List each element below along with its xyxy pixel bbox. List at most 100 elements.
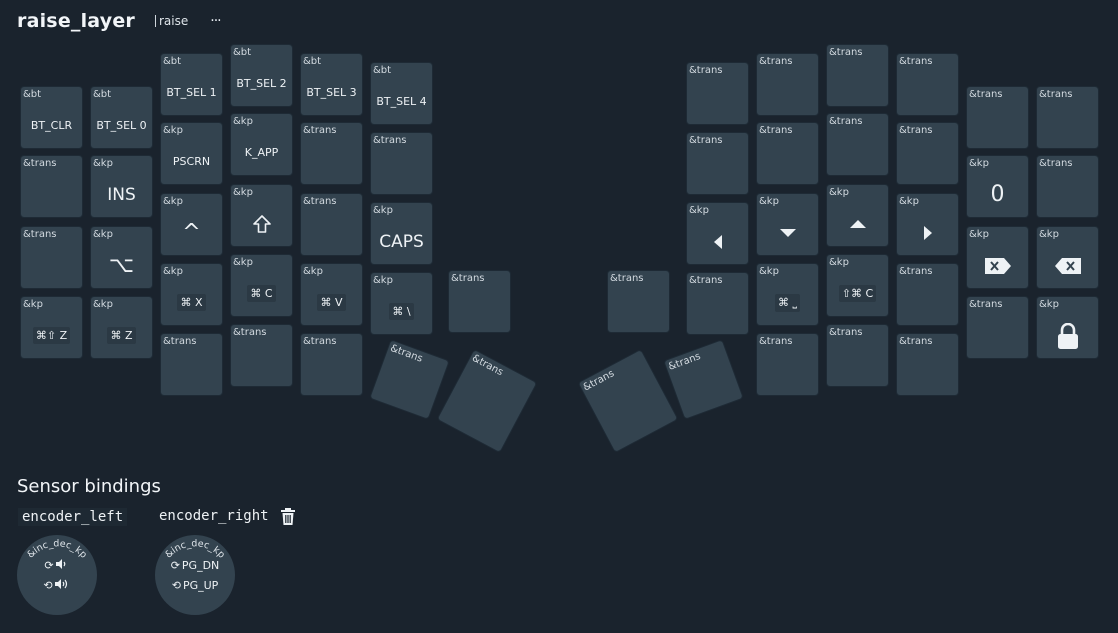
encoder-right-knob[interactable]: &inc_dec_kp ⟳ PG_DN ⟲ PG_UP	[155, 535, 235, 615]
key[interactable]: &kp	[1036, 226, 1099, 289]
key-behavior: &bt	[163, 56, 182, 67]
key[interactable]: &trans	[966, 296, 1029, 359]
key[interactable]: &trans	[686, 272, 749, 335]
key[interactable]: &kp	[230, 184, 293, 247]
sensor-bindings-title: Sensor bindings	[17, 476, 161, 497]
key-behavior: &trans	[23, 229, 57, 240]
key-behavior: &kp	[689, 205, 709, 216]
key[interactable]: &trans	[1036, 86, 1099, 149]
key-behavior: &kp	[373, 275, 393, 286]
key[interactable]: &trans	[607, 270, 670, 333]
shift-icon	[231, 205, 292, 242]
key[interactable]: &bt BT_SEL 3	[300, 53, 363, 116]
key[interactable]: &trans	[826, 113, 889, 176]
key[interactable]: &kp ⌘ Z	[90, 296, 153, 359]
key[interactable]: &kp ^	[160, 193, 223, 256]
key[interactable]: &trans	[663, 339, 744, 420]
encoder-left-knob[interactable]: &inc_dec_kp ⟳ ⟲	[17, 535, 97, 615]
key[interactable]: &trans	[300, 333, 363, 396]
key[interactable]: &trans	[230, 324, 293, 387]
key[interactable]: &kp INS	[90, 155, 153, 218]
encoder-left-cw: ⟳	[17, 559, 97, 572]
key[interactable]: &trans	[826, 44, 889, 107]
key[interactable]: &trans	[966, 86, 1029, 149]
key[interactable]: &bt BT_SEL 1	[160, 53, 223, 116]
key-label: BT_SEL 3	[306, 86, 357, 99]
key-label: K_APP	[244, 146, 279, 159]
key-behavior: &bt	[303, 56, 322, 67]
key[interactable]: &kp ⌘ V	[300, 263, 363, 326]
key[interactable]: &kp	[966, 226, 1029, 289]
key[interactable]: &trans	[448, 270, 511, 333]
key[interactable]: &bt BT_SEL 4	[370, 62, 433, 125]
key[interactable]: &trans	[577, 348, 679, 454]
encoder-right-name[interactable]: encoder_right	[159, 508, 269, 524]
encoder-left-name[interactable]: encoder_left	[18, 508, 128, 526]
key[interactable]: &kp	[756, 193, 819, 256]
key-label: BT_SEL 0	[96, 119, 147, 132]
key[interactable]: &kp ⌘⇧ Z	[20, 296, 83, 359]
key[interactable]: &trans	[20, 155, 83, 218]
key[interactable]: &trans	[370, 132, 433, 195]
key[interactable]: &kp	[826, 184, 889, 247]
key-behavior: &trans	[899, 125, 933, 136]
key[interactable]: &trans	[896, 53, 959, 116]
key[interactable]: &trans	[756, 333, 819, 396]
key[interactable]: &trans	[300, 122, 363, 185]
key[interactable]: &kp ⌥	[90, 226, 153, 289]
key[interactable]: &kp ⌘ ⎵	[756, 263, 819, 326]
key[interactable]: &trans	[686, 62, 749, 125]
key[interactable]: &kp 0	[966, 155, 1029, 218]
key-behavior: &kp	[829, 257, 849, 268]
encoder-right-ccw: ⟲ PG_UP	[171, 579, 219, 592]
key-behavior: &trans	[829, 116, 863, 127]
svg-text:&inc_dec_kp: &inc_dec_kp	[25, 538, 89, 560]
key[interactable]: &kp CAPS	[370, 202, 433, 265]
rotate-cw-icon: ⟳	[170, 559, 180, 572]
arrow-down-icon	[757, 214, 818, 251]
layer-tag[interactable]: raise	[155, 15, 188, 27]
key-behavior: &kp	[303, 266, 323, 277]
key[interactable]: &trans	[896, 122, 959, 185]
key[interactable]: &kp	[896, 193, 959, 256]
key[interactable]: &trans	[756, 53, 819, 116]
key-behavior: &trans	[373, 135, 407, 146]
key-behavior: &kp	[163, 125, 183, 136]
key[interactable]: &trans	[896, 263, 959, 326]
key[interactable]: &kp ⌘ X	[160, 263, 223, 326]
key-behavior: &kp	[969, 158, 989, 169]
key[interactable]: &trans	[896, 333, 959, 396]
key[interactable]: &trans	[300, 193, 363, 256]
key[interactable]: &bt BT_SEL 0	[90, 86, 153, 149]
key[interactable]: &bt BT_CLR	[20, 86, 83, 149]
key[interactable]: &kp PSCRN	[160, 122, 223, 185]
trash-icon[interactable]	[281, 508, 295, 529]
key[interactable]: &trans	[686, 132, 749, 195]
key[interactable]: &kp K_APP	[230, 113, 293, 176]
key-behavior: &trans	[303, 196, 337, 207]
key[interactable]: &trans	[1036, 155, 1099, 218]
key[interactable]: &trans	[436, 348, 538, 454]
key-label: ^	[182, 220, 201, 245]
key[interactable]: &kp ⇧⌘ C	[826, 254, 889, 317]
key[interactable]: &kp ⌘ C	[230, 254, 293, 317]
key-behavior: &trans	[759, 56, 793, 67]
key-behavior: &kp	[23, 299, 43, 310]
key-behavior: &trans	[899, 266, 933, 277]
key-behavior: &kp	[93, 299, 113, 310]
key[interactable]: &bt BT_SEL 2	[230, 44, 293, 107]
key[interactable]: &kp	[1036, 296, 1099, 359]
key-behavior: &kp	[1039, 299, 1059, 310]
layer-title: raise_layer	[17, 10, 135, 32]
key[interactable]: &kp ⌘ \	[370, 272, 433, 335]
encoder-right-cw: ⟳ PG_DN	[170, 559, 220, 572]
key[interactable]: &trans	[160, 333, 223, 396]
key-behavior: &trans	[759, 125, 793, 136]
key[interactable]: &trans	[369, 339, 450, 420]
key[interactable]: &trans	[20, 226, 83, 289]
key[interactable]: &kp	[686, 202, 749, 265]
key[interactable]: &trans	[826, 324, 889, 387]
more-options-button[interactable]: ···	[210, 14, 221, 28]
key-behavior: &trans	[899, 336, 933, 347]
key[interactable]: &trans	[756, 122, 819, 185]
